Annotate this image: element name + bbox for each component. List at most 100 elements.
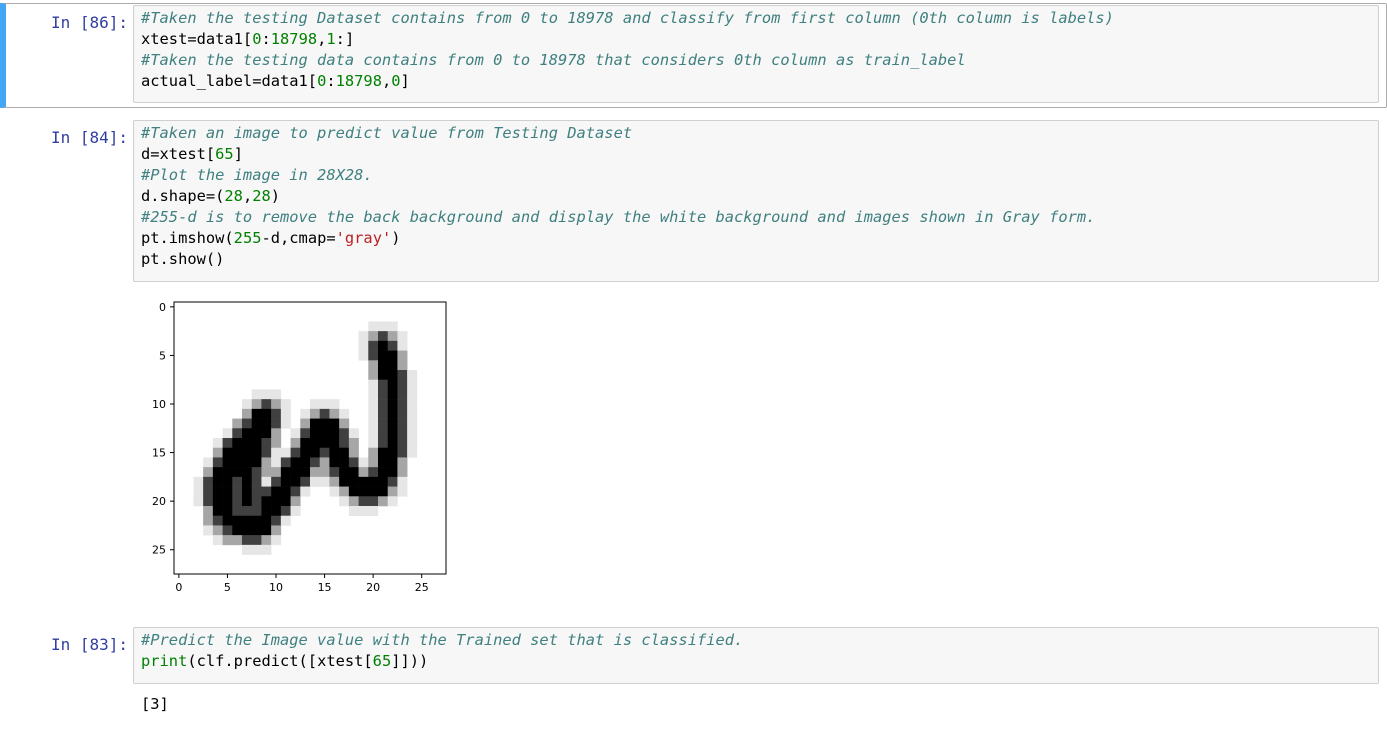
code-token: xtest=data1[ [141,30,253,48]
code-token: ]])) [391,652,429,670]
image-pixel [280,447,291,458]
image-pixel [242,457,253,468]
image-pixel [280,418,291,429]
image-pixel [242,467,253,478]
image-pixel [280,457,291,468]
code-token: print [141,652,188,670]
image-pixel [407,379,418,390]
code-token: pt.show() [141,250,225,268]
code-token: #Taken an image to predict value from Te… [141,124,633,142]
code-line: #255-d is to remove the back background … [141,207,1378,228]
image-pixel [251,428,262,439]
image-pixel [193,496,204,507]
image-pixel [300,438,311,449]
code-text[interactable]: #Taken an image to predict value from Te… [134,121,1378,270]
image-pixel [368,506,379,517]
code-token: -d,cmap= [261,229,336,247]
image-pixel [339,428,350,439]
code-editor[interactable]: #Predict the Image value with the Traine… [133,627,1379,684]
code-line: #Taken an image to predict value from Te… [141,123,1378,144]
image-pixel [251,408,262,419]
output-plot: 0 5 10 15 20 25 0 5 10 15 20 25 [152,301,447,594]
image-pixel [310,399,321,410]
image-pixel [212,525,223,536]
image-pixel [378,399,389,410]
x-tick-label: 15 [318,581,332,594]
code-token: 0 [391,72,401,90]
image-pixel [242,476,253,487]
image-pixel [261,447,272,458]
image-pixel [222,515,233,526]
image-pixel [358,486,369,497]
image-pixel [387,457,398,468]
image-pixel [339,476,350,487]
code-token: actual_label=data1[ [141,72,318,90]
image-pixel [407,428,418,439]
code-token: ) [270,187,281,205]
image-pixel [271,476,282,487]
image-pixel [329,457,340,468]
image-pixel [397,428,408,439]
image-pixel [290,447,301,458]
image-pixel [358,340,369,351]
image-pixel [212,506,223,517]
image-pixel [290,506,301,517]
image-pixel [261,428,272,439]
image-pixel [339,447,350,458]
image-pixel [193,476,204,487]
code-editor[interactable]: #Taken the testing Dataset contains from… [133,5,1379,103]
image-pixel [387,321,398,332]
image-pixel [397,467,408,478]
image-pixel [368,457,379,468]
image-pixel [339,408,350,419]
image-pixel [251,486,262,497]
image-pixel [242,506,253,517]
image-pixel [339,457,350,468]
image-pixel [329,486,340,497]
image-pixel [232,476,243,487]
image-pixel [212,515,223,526]
image-pixel [212,467,223,478]
image-pixel [232,525,243,536]
y-tick-label: 0 [159,301,166,314]
code-cell-83[interactable]: In [83]: #Predict the Image value with t… [0,625,1387,720]
image-pixel [358,476,369,487]
code-text[interactable]: #Taken the testing Dataset contains from… [134,6,1378,92]
image-pixel [271,506,282,517]
image-pixel [212,535,223,546]
image-pixel [261,515,272,526]
image-pixel [242,399,253,410]
image-pixel [271,515,282,526]
code-text[interactable]: #Predict the Image value with the Traine… [134,628,1378,672]
image-pixel [251,457,262,468]
image-pixel [339,486,350,497]
image-pixel [232,496,243,507]
image-pixel [407,370,418,381]
image-pixel [319,476,330,487]
code-editor[interactable]: #Taken an image to predict value from Te… [133,120,1379,282]
code-cell-84[interactable]: In [84]: #Taken an image to predict valu… [0,118,1387,618]
y-tick-label: 25 [152,544,166,557]
image-pixel [212,496,223,507]
y-tick-label: 15 [152,447,166,460]
code-line: d.shape=(28,28) [141,186,1378,207]
code-cell-86[interactable]: In [86]: #Taken the testing Dataset cont… [0,3,1387,108]
code-token: (clf.predict([xtest[ [187,652,373,670]
image-pixel [397,331,408,342]
image-pixel [397,486,408,497]
image-pixel [378,360,389,371]
y-tick-label: 10 [152,398,166,411]
image-pixel [271,438,282,449]
image-pixel [378,408,389,419]
image-pixel [222,457,233,468]
image-pixel [251,389,262,400]
image-pixel [300,418,311,429]
image-pixel [339,438,350,449]
image-pixel [358,506,369,517]
image-pixel [251,496,262,507]
image-pixel [387,340,398,351]
image-pixel [251,467,262,478]
y-tick-label: 5 [159,349,166,362]
image-pixel [242,438,253,449]
image-pixel [358,331,369,342]
